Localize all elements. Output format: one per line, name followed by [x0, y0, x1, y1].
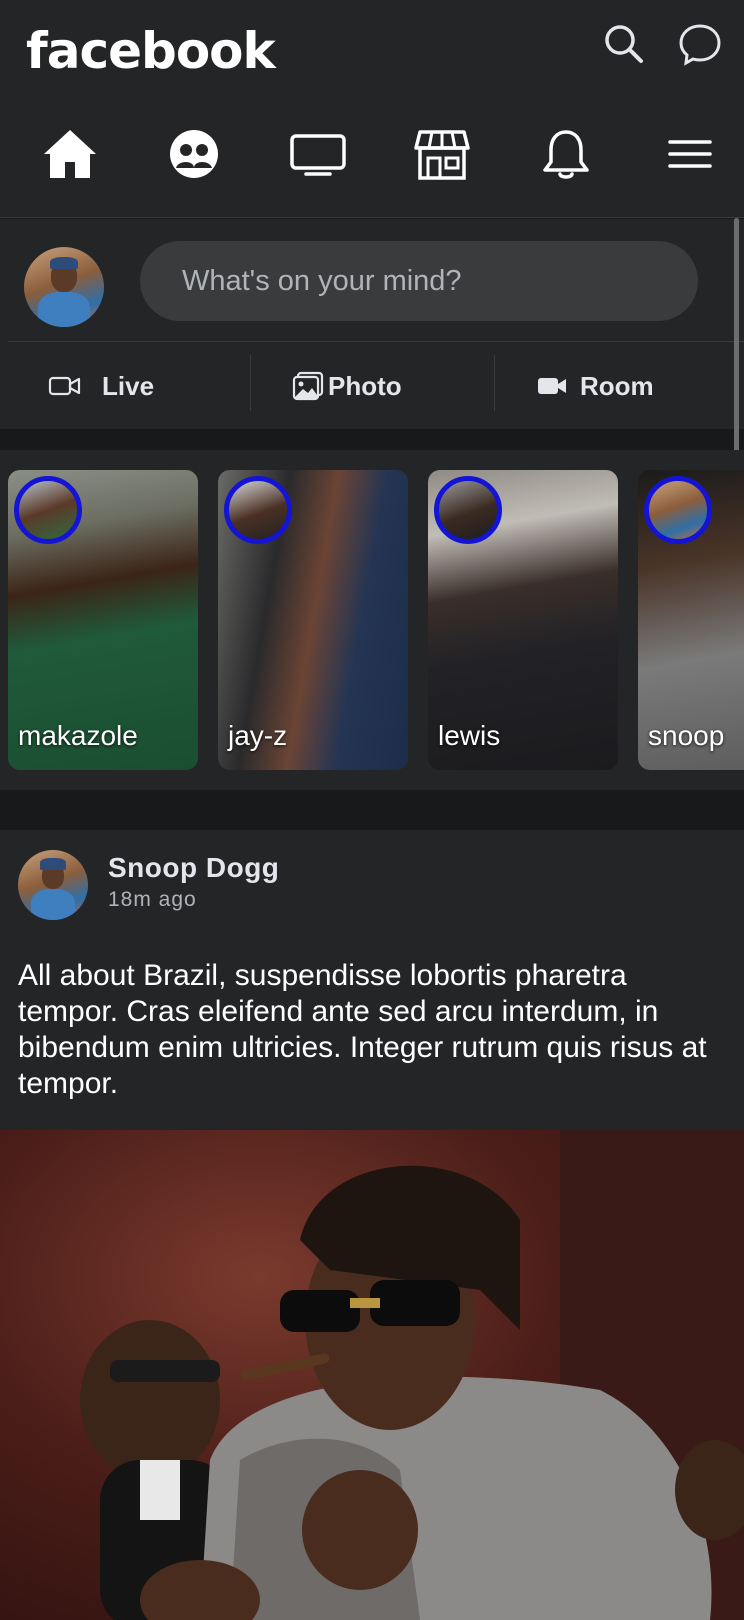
story-avatar — [644, 476, 712, 544]
live-label: Live — [102, 370, 155, 401]
post-image[interactable] — [0, 1130, 744, 1620]
video-camera-filled-icon — [538, 378, 566, 394]
story-name: snoop — [648, 720, 725, 751]
nav-home[interactable] — [40, 124, 100, 184]
whats-on-your-mind-input[interactable]: What's on your mind? — [140, 241, 698, 321]
action-separator — [250, 355, 251, 411]
nav-notifications[interactable] — [536, 124, 596, 184]
post-image-illustration — [80, 1130, 744, 1620]
feed-post: Snoop Dogg 18m ago All about Brazil, sus… — [0, 830, 744, 1620]
story-card-jay-z[interactable]: jay-z — [218, 470, 408, 770]
hamburger-menu-icon — [668, 140, 712, 168]
post-author-name[interactable]: Snoop Dogg — [108, 852, 279, 884]
scrollbar[interactable] — [734, 218, 739, 468]
nav-menu[interactable] — [660, 124, 720, 184]
story-card-lewis[interactable]: lewis — [428, 470, 618, 770]
marketplace-store-icon — [414, 130, 470, 180]
groups-icon — [170, 130, 218, 178]
nav-marketplace[interactable] — [412, 124, 472, 184]
story-name: lewis — [438, 720, 501, 751]
photo-label: Photo — [328, 370, 402, 401]
story-avatar — [14, 476, 82, 544]
post-text: All about Brazil, suspendisse lobortis p… — [18, 959, 707, 1100]
bell-icon — [543, 130, 589, 179]
video-tv-icon — [290, 134, 346, 176]
messenger-icon[interactable] — [678, 22, 722, 66]
story-card-makazole[interactable]: makazole — [8, 470, 198, 770]
home-icon — [44, 130, 96, 178]
stories-row: makazole jay-z lewis snoop — [0, 450, 744, 790]
composer-divider — [8, 341, 744, 342]
story-name: makazole — [18, 720, 138, 751]
photo-button[interactable]: Photo — [292, 347, 402, 425]
story-avatar — [224, 476, 292, 544]
story-avatar — [434, 476, 502, 544]
video-camera-outline-icon — [48, 376, 81, 396]
post-author-avatar[interactable] — [18, 850, 88, 920]
post-composer: What's on your mind? Live Photo Room — [0, 219, 744, 429]
room-label: Room — [580, 370, 654, 401]
post-timestamp: 18m ago — [108, 888, 197, 911]
story-name: jay-z — [228, 720, 288, 751]
nav-groups[interactable] — [164, 124, 224, 184]
top-bar: facebook — [0, 0, 744, 88]
action-separator — [494, 355, 495, 411]
search-icon[interactable] — [602, 22, 646, 66]
user-avatar[interactable] — [24, 247, 104, 327]
story-card-snoop[interactable]: snoop — [638, 470, 744, 770]
facebook-logo[interactable]: facebook — [26, 22, 276, 80]
live-button[interactable]: Live — [48, 347, 154, 425]
nav-watch[interactable] — [288, 124, 348, 184]
main-nav — [0, 88, 744, 218]
photo-icon — [292, 371, 324, 401]
room-button[interactable]: Room — [536, 347, 654, 425]
